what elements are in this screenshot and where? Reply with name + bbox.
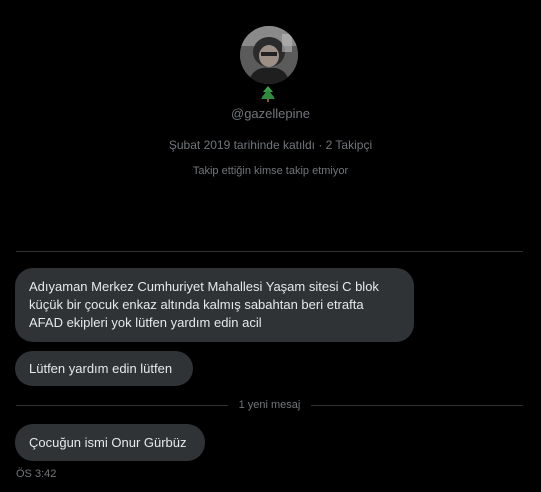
separator-rule (16, 405, 228, 406)
message-timestamp: ÖS 3:42 (16, 468, 57, 480)
new-messages-separator: 1 yeni mesaj (16, 397, 523, 413)
message-bubble[interactable]: Lütfen yardım edin lütfen (15, 351, 193, 386)
message-line: küçük bir çocuk enkaz altında kalmış sab… (29, 297, 364, 312)
separator-rule (311, 405, 523, 406)
message-bubble[interactable]: Adıyaman Merkez Cumhuriyet Mahallesi Yaş… (15, 268, 414, 342)
message-bubble[interactable]: Çocuğun ismi Onur Gürbüz (15, 424, 205, 461)
message-line: Adıyaman Merkez Cumhuriyet Mahallesi Yaş… (29, 279, 379, 294)
evergreen-tree-icon (261, 86, 275, 102)
profile-follow-note: Takip ettiğin kimse takip etmiyor (192, 165, 349, 177)
avatar-image (240, 26, 298, 84)
profile-header: @gazellepine Şubat 2019 tarihinde katıld… (0, 0, 541, 250)
message-text: Çocuğun ismi Onur Gürbüz (29, 435, 187, 450)
new-messages-label: 1 yeni mesaj (238, 399, 301, 411)
avatar[interactable] (240, 26, 298, 84)
message-line: AFAD ekipleri yok lütfen yardım edin aci… (29, 315, 262, 330)
profile-username[interactable]: @gazellepine (0, 106, 541, 121)
message-text: Lütfen yardım edin lütfen (29, 361, 173, 376)
profile-joined-followers: Şubat 2019 tarihinde katıldı · 2 Takipçi (168, 138, 373, 152)
profile-divider (16, 251, 523, 252)
